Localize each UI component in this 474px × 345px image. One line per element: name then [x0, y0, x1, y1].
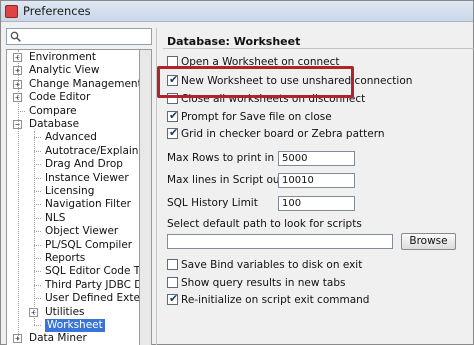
tree-item-label: Licensing	[45, 185, 95, 197]
tree-item-label: Analytic View	[29, 64, 100, 77]
tree-item-label: Utilities	[45, 305, 85, 318]
checkbox-label: Grid in checker board or Zebra pattern	[181, 128, 385, 140]
tree-item[interactable]: Worksheet	[7, 319, 139, 332]
tree-connector	[34, 204, 41, 206]
tree-item[interactable]: + Code Editor	[7, 91, 139, 104]
tree-connector	[34, 131, 35, 325]
tree-item[interactable]: NLS	[7, 212, 139, 225]
tree-item[interactable]: Advanced	[7, 131, 139, 144]
tree-connector	[34, 271, 41, 273]
checkmark-icon: ✔	[169, 109, 179, 122]
tree-item-label: Advanced	[45, 131, 97, 144]
search-input[interactable]	[24, 30, 148, 43]
checkbox[interactable]	[167, 259, 178, 270]
tree-connector	[18, 50, 19, 340]
checkbox[interactable]	[167, 277, 178, 288]
tree-item-label: PL/SQL Compiler	[45, 238, 133, 251]
checkbox[interactable]: ✔	[167, 292, 179, 305]
tree-item-label: Code Editor	[29, 91, 91, 104]
field-label: SQL History Limit	[167, 197, 258, 209]
preferences-window: Preferences + Environment + Analytic View + C…	[0, 0, 474, 345]
tree-item[interactable]: + Environment	[7, 51, 139, 64]
tree-connector	[34, 191, 41, 192]
tree-item-label: Compare	[29, 104, 77, 117]
tree-connector	[34, 244, 41, 246]
window-title: Preferences	[23, 4, 91, 18]
tree-item[interactable]: Drag And Drop	[7, 158, 139, 171]
tree-connector	[34, 177, 41, 179]
checkbox-label: Prompt for Save file on close	[181, 111, 332, 123]
tree-item-label: Navigation Filter	[45, 198, 131, 211]
tree-item[interactable]: PL/SQL Compiler	[7, 239, 139, 252]
tree-item[interactable]: + Data Miner	[7, 332, 139, 345]
highlight-annotation	[157, 66, 354, 98]
tree-item[interactable]: Autotrace/Explain Plan	[7, 145, 139, 158]
tree-item[interactable]: User Defined Extension	[7, 292, 139, 305]
checkmark-icon: ✔	[169, 292, 179, 305]
checkbox[interactable]: ✔	[167, 126, 179, 139]
tree-connector	[34, 231, 41, 233]
tree-item[interactable]: Reports	[7, 252, 139, 265]
tree-connector	[34, 284, 41, 286]
numeric-input[interactable]: 5000	[278, 151, 355, 166]
tree-item-label: Drag And Drop	[45, 158, 123, 171]
tree-item-label: Data Miner	[29, 332, 87, 345]
preferences-tree: + Environment + Analytic View + Change Manage…	[6, 49, 139, 345]
tree-item-label: Third Party JDBC Driver	[45, 278, 139, 291]
tree-item-label: Change Management Parar	[29, 77, 139, 90]
checkbox-label: Save Bind variables to disk on exit	[181, 259, 363, 271]
tree-connector	[34, 164, 41, 166]
app-icon	[5, 5, 18, 18]
tree-scrollbar[interactable]	[139, 49, 152, 345]
checkmark-icon: ✔	[169, 126, 179, 139]
tree-connector	[34, 137, 41, 139]
search-icon	[10, 31, 21, 42]
checkbox-label: Re-initialize on script exit command	[181, 294, 370, 306]
checkbox[interactable]: ✔	[167, 109, 179, 122]
tree-item-label: Object Viewer	[45, 225, 119, 238]
tree-item-label: Instance Viewer	[45, 171, 129, 184]
tree-connector	[34, 150, 41, 152]
checkbox-label: Show query results in new tabs	[181, 277, 346, 289]
tree-connector	[34, 298, 41, 300]
tree-connector	[34, 258, 41, 259]
tree-item[interactable]: Navigation Filter	[7, 198, 139, 211]
default-path-input[interactable]	[167, 234, 393, 249]
numeric-input[interactable]: 10010	[278, 173, 355, 188]
tree-item-label: Worksheet	[45, 319, 105, 332]
tree-item-label: Database	[29, 118, 80, 130]
tree-connector	[34, 325, 41, 326]
tree-item-label: Autotrace/Explain Plan	[45, 144, 139, 157]
tree-item-label: Environment	[29, 51, 97, 63]
path-label: Select default path to look for scripts	[167, 218, 362, 230]
search-box[interactable]	[6, 28, 152, 45]
tree-item[interactable]: SQL Editor Code Templa	[7, 265, 139, 278]
tree-item-label: User Defined Extension	[45, 292, 139, 305]
panel-title-rule	[163, 48, 474, 49]
tree-connector	[34, 217, 41, 219]
tree-item-label: SQL Editor Code Templa	[45, 265, 139, 278]
panel-title: Database: Worksheet	[167, 35, 301, 48]
tree-item[interactable]: Object Viewer	[7, 225, 139, 238]
tree-item[interactable]: + Analytic View	[7, 64, 139, 77]
tree-item[interactable]: Compare	[7, 105, 139, 118]
tree-item[interactable]: +Change Management Parar	[7, 78, 139, 91]
tree-item-label: Reports	[45, 252, 86, 264]
tree-item-label: NLS	[45, 211, 66, 224]
tree-item[interactable]: Third Party JDBC Driver	[7, 279, 139, 292]
title-bar: Preferences	[1, 1, 473, 22]
tree-connector	[18, 110, 25, 112]
tree-item[interactable]: Licensing	[7, 185, 139, 198]
numeric-input[interactable]: 100	[278, 196, 355, 211]
browse-button[interactable]: Browse	[401, 233, 456, 250]
tree-item[interactable]: Instance Viewer	[7, 172, 139, 185]
tree-item[interactable]: − Database	[7, 118, 139, 131]
tree-item[interactable]: + Utilities	[7, 306, 139, 319]
